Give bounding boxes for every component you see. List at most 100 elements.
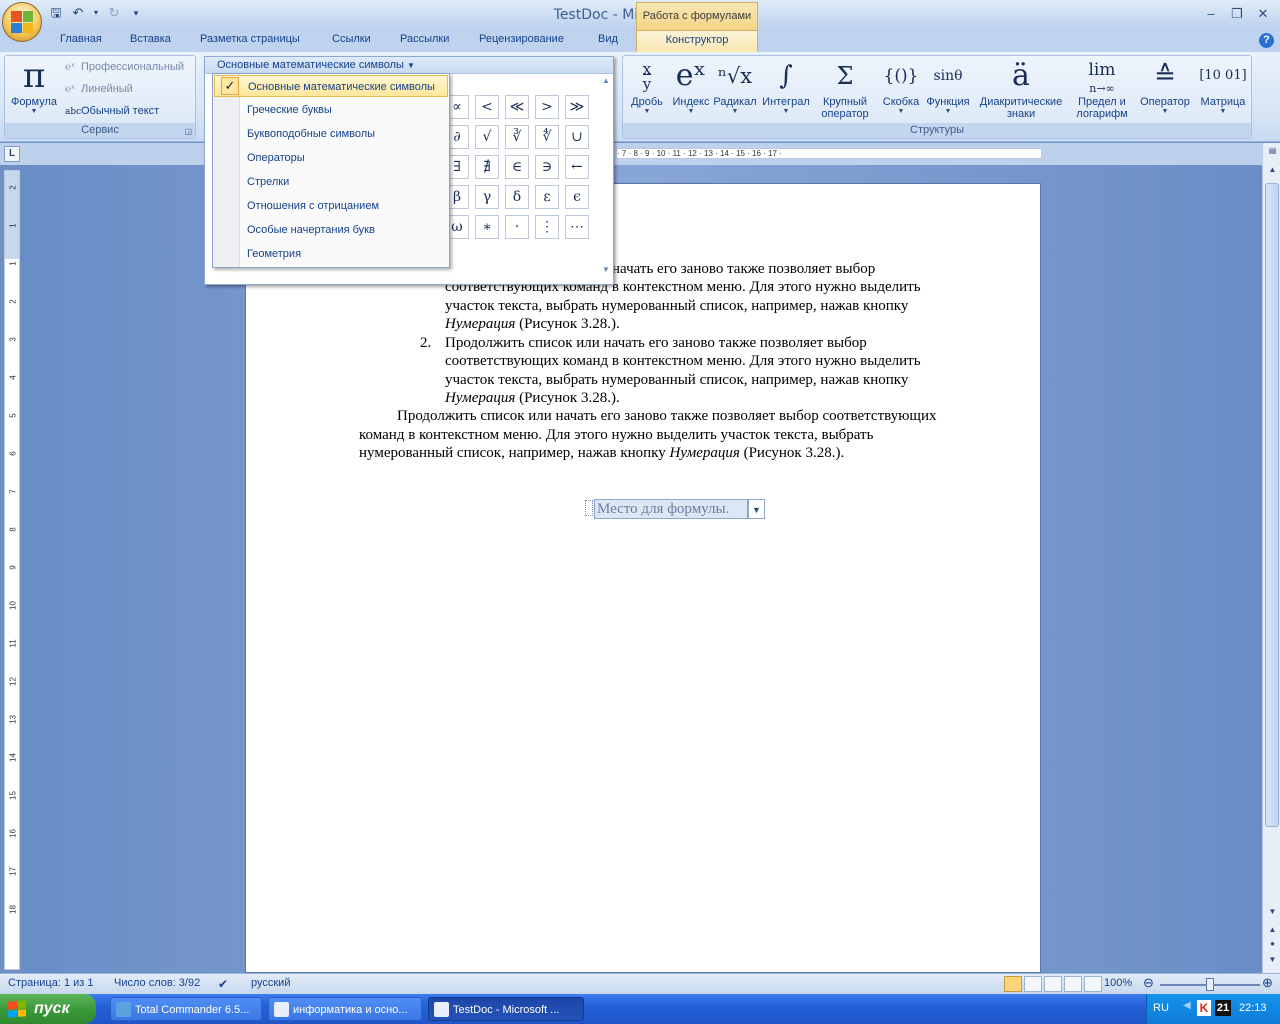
symbol-button[interactable]: γ	[475, 185, 499, 209]
symbol-button[interactable]: ←	[565, 155, 589, 179]
view-ruler-icon[interactable]: ▤	[1266, 146, 1279, 158]
scroll-up-icon[interactable]: ▲	[1266, 165, 1279, 177]
print-layout-icon[interactable]	[1004, 976, 1022, 992]
minimize-icon[interactable]: –	[1198, 4, 1224, 24]
symbol-button[interactable]: ⋮	[535, 215, 559, 239]
symbol-button[interactable]: ∈	[505, 155, 529, 179]
tab-references[interactable]: Ссылки	[332, 33, 371, 45]
task-word-informatika[interactable]: информатика и осно...	[268, 997, 422, 1021]
tray-arrow-icon[interactable]: ◀	[1183, 1000, 1191, 1011]
operator-button[interactable]: ≙ Оператор ▼	[1135, 58, 1195, 116]
previous-page-icon[interactable]: ▲	[1266, 925, 1279, 937]
zoom-level[interactable]: 100%	[1104, 977, 1132, 989]
ruler-number: 16	[8, 829, 18, 838]
category-menu-item[interactable]: ✓ Основные математические символы	[214, 75, 448, 97]
chevron-down-icon: ▼	[731, 108, 739, 115]
symbol-button[interactable]: <	[475, 95, 499, 119]
tab-mailings[interactable]: Рассылки	[400, 33, 449, 45]
fraction-button[interactable]: xy Дробь ▼	[625, 58, 669, 116]
category-menu-item[interactable]: Стрелки	[214, 171, 448, 193]
category-menu-item[interactable]: Операторы	[214, 147, 448, 169]
professional-button[interactable]: ℮ˣ Профессиональный	[65, 61, 184, 73]
linear-button[interactable]: ℮ˣ Линейный	[65, 83, 133, 95]
tab-review[interactable]: Рецензирование	[479, 33, 564, 45]
tab-home[interactable]: Главная	[60, 33, 102, 45]
ruler-scale[interactable]: · 7 · 8 · 9 · 10 · 11 · 12 · 13 · 14 · 1…	[616, 148, 1042, 159]
scroll-down-icon[interactable]: ▼	[1266, 907, 1279, 919]
close-icon[interactable]: ✕	[1250, 4, 1276, 24]
tray-badge[interactable]: 21	[1215, 1000, 1231, 1016]
web-layout-icon[interactable]	[1044, 976, 1062, 992]
limit-log-button[interactable]: lim n→∞ Предел и логарифм	[1069, 58, 1135, 121]
proofing-icon[interactable]: ✔	[218, 977, 228, 991]
start-button[interactable]: пуск	[0, 994, 96, 1024]
radical-button[interactable]: ⁿ√x Радикал ▼	[711, 58, 759, 116]
function-button[interactable]: sinθ Функция ▼	[923, 58, 973, 116]
tab-page-layout[interactable]: Разметка страницы	[200, 33, 300, 45]
tab-insert[interactable]: Вставка	[130, 33, 171, 45]
word-count[interactable]: Число слов: 3/92	[114, 977, 200, 989]
formula-placeholder-text[interactable]: Место для формулы.	[594, 499, 748, 519]
scroll-up-icon[interactable]: ▲	[601, 76, 611, 85]
symbol-button[interactable]: ∛	[505, 125, 529, 149]
scroll-down-icon[interactable]: ▼	[601, 265, 611, 274]
matrix-button[interactable]: [10 01] Матрица ▼	[1195, 58, 1251, 116]
formula-button[interactable]: π Формула ▼	[7, 58, 61, 116]
task-testdoc[interactable]: TestDoc - Microsoft ...	[428, 997, 584, 1021]
symbol-button[interactable]: ≪	[505, 95, 529, 119]
symbol-button[interactable]: ⋯	[565, 215, 589, 239]
symbol-button[interactable]: ∜	[535, 125, 559, 149]
symbol-button[interactable]: δ	[505, 185, 529, 209]
language-indicator[interactable]: RU	[1153, 1002, 1169, 1014]
vertical-scrollbar[interactable]: ▤ ▲ ▼ ▲ ● ▼	[1262, 143, 1280, 973]
index-button[interactable]: eˣ Индекс ▼	[669, 58, 713, 116]
symbol-button[interactable]: ∄	[475, 155, 499, 179]
zoom-out-icon[interactable]: ⊖	[1143, 975, 1154, 991]
antivirus-icon[interactable]: K	[1197, 1000, 1211, 1016]
select-browse-object-icon[interactable]: ●	[1266, 939, 1279, 951]
scroll-thumb[interactable]	[1265, 183, 1279, 827]
category-menu-item[interactable]: Особые начертания букв	[214, 219, 448, 241]
symbol-button[interactable]: ε	[535, 185, 559, 209]
tab-view[interactable]: Вид	[598, 33, 618, 45]
bracket-button[interactable]: {()} Скобка ▼	[879, 58, 923, 116]
zoom-slider-thumb[interactable]	[1206, 978, 1214, 991]
dialog-launcher-icon[interactable]: ◲	[184, 127, 192, 136]
gallery-scrollbar[interactable]: ▲ ▼	[601, 76, 611, 282]
symbol-button[interactable]: ·	[505, 215, 529, 239]
help-icon[interactable]: ?	[1259, 33, 1274, 48]
category-menu-item[interactable]: Греческие буквы	[214, 99, 448, 121]
symbol-button[interactable]: ∪	[565, 125, 589, 149]
symbols-category-dropdown[interactable]: Основные математические символы ▼	[205, 57, 613, 74]
task-total-commander[interactable]: Total Commander 6.5...	[110, 997, 262, 1021]
full-screen-reading-icon[interactable]	[1024, 976, 1042, 992]
draft-icon[interactable]	[1084, 976, 1102, 992]
large-operator-button[interactable]: Σ Крупный оператор	[815, 58, 875, 120]
zoom-in-icon[interactable]: ⊕	[1262, 975, 1273, 991]
page-count[interactable]: Страница: 1 из 1	[8, 977, 94, 989]
normal-text-button[interactable]: abcОбычный текст	[65, 105, 159, 117]
symbol-button[interactable]: ∗	[475, 215, 499, 239]
maximize-icon[interactable]: ❐	[1224, 4, 1250, 24]
category-menu-item[interactable]: Геометрия	[214, 243, 448, 265]
clock[interactable]: 22:13	[1239, 1002, 1267, 1014]
outline-icon[interactable]	[1064, 976, 1082, 992]
language-indicator[interactable]: русский	[251, 977, 290, 989]
symbol-button[interactable]: ∋	[535, 155, 559, 179]
symbol-button[interactable]: >	[535, 95, 559, 119]
formula-options-chevron-icon[interactable]: ▼	[748, 499, 765, 519]
group-structures: xy Дробь ▼ eˣ Индекс ▼ ⁿ√x Радикал ▼ ∫ И…	[622, 55, 1252, 139]
symbol-button[interactable]: ≫	[565, 95, 589, 119]
office-button[interactable]	[2, 2, 42, 42]
symbol-button[interactable]: ϵ	[565, 185, 589, 209]
accent-button[interactable]: ä Диакритические знаки	[973, 58, 1069, 120]
formula-placeholder[interactable]: Место для формулы. ▼	[585, 498, 765, 520]
formula-move-handle[interactable]	[585, 500, 593, 516]
next-page-icon[interactable]: ▼	[1266, 955, 1279, 967]
category-menu-item[interactable]: Буквоподобные символы	[214, 123, 448, 145]
category-menu-item[interactable]: Отношения с отрицанием	[214, 195, 448, 217]
tab-design[interactable]: Конструктор	[636, 30, 758, 53]
tab-selector-icon[interactable]: L	[4, 146, 20, 162]
integral-button[interactable]: ∫ Интеграл ▼	[759, 58, 813, 116]
symbol-button[interactable]: √	[475, 125, 499, 149]
